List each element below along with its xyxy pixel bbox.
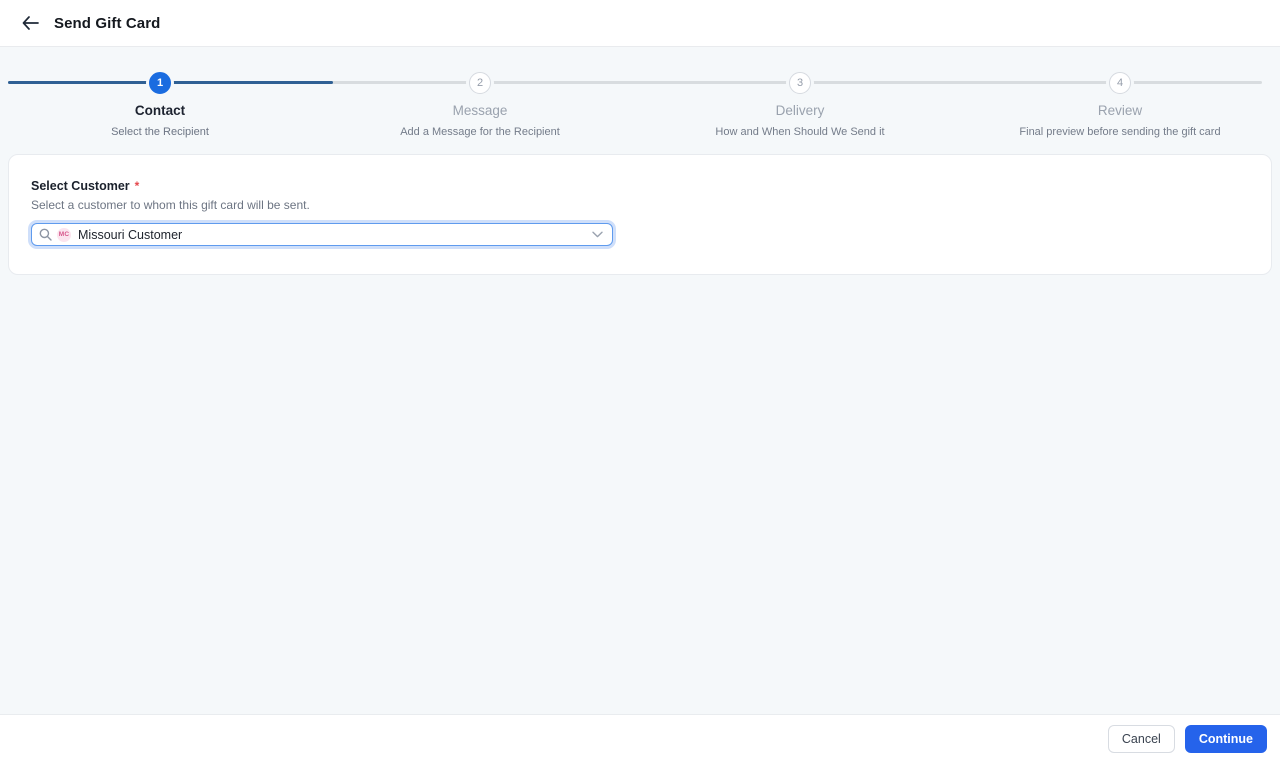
- step-review[interactable]: 4 Review Final preview before sending th…: [960, 72, 1280, 138]
- step-2-title: Message: [452, 103, 508, 118]
- step-1-subtitle: Select the Recipient: [111, 126, 209, 138]
- select-customer-label: Select Customer: [31, 179, 130, 193]
- step-3-title: Delivery: [775, 103, 825, 118]
- customer-select[interactable]: MC Missouri Customer: [31, 223, 613, 246]
- arrow-left-icon: [22, 16, 39, 30]
- step-message[interactable]: 2 Message Add a Message for the Recipien…: [320, 72, 640, 138]
- required-asterisk: *: [134, 179, 140, 193]
- step-contact[interactable]: 1 Contact Select the Recipient: [0, 72, 320, 138]
- cancel-button[interactable]: Cancel: [1107, 725, 1175, 753]
- step-delivery[interactable]: 3 Delivery How and When Should We Send i…: [640, 72, 960, 138]
- page-title: Send Gift Card: [54, 14, 161, 32]
- continue-button[interactable]: Continue: [1184, 725, 1267, 753]
- step-3-subtitle: How and When Should We Send it: [715, 126, 885, 138]
- step-4-title: Review: [1097, 103, 1143, 118]
- select-customer-card: Select Customer * Select a customer to w…: [8, 154, 1272, 275]
- chevron-down-icon: [592, 231, 603, 238]
- app-header: Send Gift Card: [0, 0, 1280, 47]
- select-customer-description: Select a customer to whom this gift card…: [31, 198, 310, 212]
- step-2-subtitle: Add a Message for the Recipient: [400, 126, 560, 138]
- step-3-circle: 3: [789, 72, 811, 94]
- customer-select-value: Missouri Customer: [78, 227, 183, 242]
- customer-avatar: MC: [57, 227, 71, 242]
- step-1-circle: 1: [149, 72, 171, 94]
- step-2-circle: 2: [469, 72, 491, 94]
- step-4-circle: 4: [1109, 72, 1131, 94]
- main-content: 1 Contact Select the Recipient 2 Message…: [0, 47, 1280, 714]
- back-button[interactable]: [16, 9, 44, 37]
- wizard-footer: Cancel Continue: [0, 714, 1280, 763]
- wizard-stepper: 1 Contact Select the Recipient 2 Message…: [0, 47, 1280, 154]
- step-1-title: Contact: [134, 103, 186, 118]
- search-icon: [39, 228, 52, 241]
- step-4-subtitle: Final preview before sending the gift ca…: [1019, 126, 1221, 138]
